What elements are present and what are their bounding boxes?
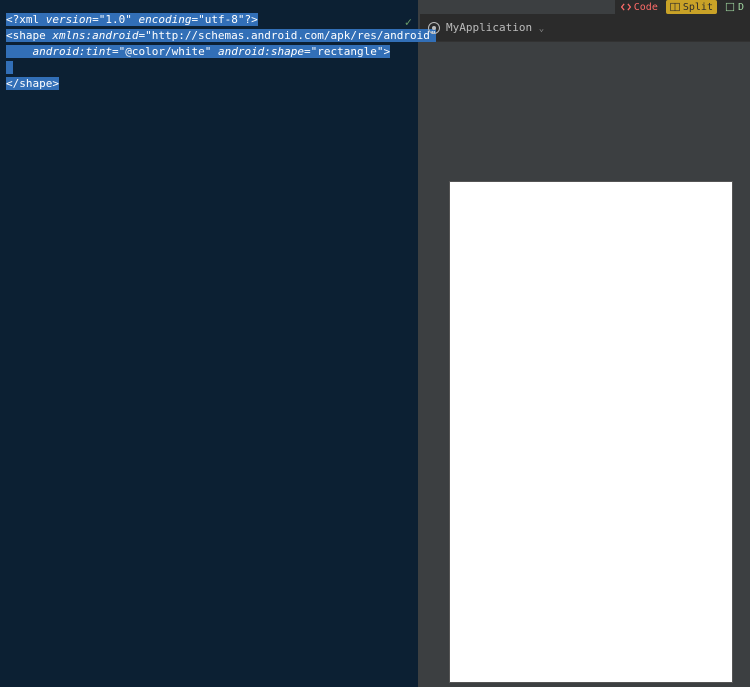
device-preview[interactable] <box>450 182 732 682</box>
tab-split[interactable]: Split <box>666 0 717 14</box>
preview-app-name: MyApplication <box>446 21 532 34</box>
code-editor-pane[interactable]: ✓ <?xml version="1.0" encoding="utf-8"?>… <box>0 0 418 687</box>
root: Code Split D ✓ <?xml version="1.0" encod… <box>0 0 750 687</box>
chevron-down-icon: ⌄ <box>539 24 544 34</box>
tab-split-label: Split <box>683 2 713 13</box>
code-line[interactable]: android:tint="@color/white" android:shap… <box>6 44 414 60</box>
preview-canvas[interactable] <box>420 42 750 687</box>
code-icon <box>621 2 631 12</box>
code-line[interactable]: <?xml version="1.0" encoding="utf-8"?> <box>6 12 414 28</box>
preview-pane: MyApplication ⌄ <box>420 0 750 687</box>
target-icon[interactable] <box>428 22 440 34</box>
tab-code-label: Code <box>634 2 658 13</box>
split-icon <box>670 2 680 12</box>
tab-design[interactable]: D <box>721 0 748 14</box>
code-line[interactable]: </shape> <box>6 76 414 92</box>
design-icon <box>725 2 735 12</box>
tab-design-label: D <box>738 2 744 13</box>
code-area[interactable]: <?xml version="1.0" encoding="utf-8"?> <… <box>6 12 414 92</box>
tab-code[interactable]: Code <box>617 0 662 14</box>
code-line[interactable] <box>6 60 414 76</box>
code-line[interactable]: <shape xmlns:android="http://schemas.and… <box>6 28 414 44</box>
view-mode-tabs: Code Split D <box>615 0 750 14</box>
preview-header: MyApplication ⌄ <box>420 14 750 42</box>
preview-config-dropdown[interactable]: MyApplication ⌄ <box>446 21 544 34</box>
